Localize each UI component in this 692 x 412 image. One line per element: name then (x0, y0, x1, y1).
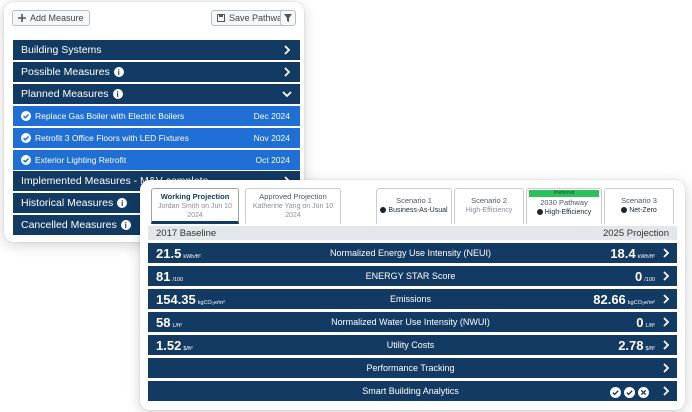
analytics-status (610, 386, 649, 398)
plus-icon (18, 14, 26, 22)
chevron-right-icon (663, 317, 670, 327)
metric-label: Performance Tracking (366, 363, 455, 373)
metric-label: Normalized Water Use Intensity (NWUI) (331, 317, 490, 327)
tab-title: Working Projection (160, 192, 230, 201)
section-building-systems[interactable]: Building Systems (13, 40, 300, 60)
check-circle-icon (21, 133, 31, 143)
baseline-value: 1.52 $/ft² (156, 337, 193, 353)
info-icon[interactable]: i (120, 220, 131, 231)
selected-icon (536, 208, 543, 215)
metric-row-emissions[interactable]: 154.35 kgCO₂e/m² Emissions 82.66 kgCO₂e/m² (148, 289, 677, 309)
tab-subtitle: High-Efficiency (544, 208, 592, 216)
metric-row-neui[interactable]: 21.5 kWh/ft² Normalized Energy Use Intens… (148, 243, 677, 263)
chevron-right-icon (663, 363, 670, 373)
section-planned-measures[interactable]: Planned Measures i (13, 84, 300, 104)
chevron-right-icon (284, 45, 291, 55)
tab-scenario-1[interactable]: Scenario 1 Business-As-Usual (376, 188, 452, 224)
chevron-right-icon (663, 294, 670, 304)
row-smart-building-analytics[interactable]: Smart Building Analytics (148, 381, 677, 401)
tab-author: Katherine Yang on Jun 10 (252, 202, 334, 210)
baseline-value: 81/100 (156, 268, 184, 284)
section-label: Cancelled Measures (21, 219, 117, 231)
chevron-right-icon (663, 271, 670, 281)
tab-approved-projection[interactable]: Approved Projection Katherine Yang on Ju… (245, 188, 341, 224)
measure-name: Replace Gas Boiler with Electric Boilers (35, 111, 185, 121)
preferred-badge: Preferred (529, 190, 599, 197)
row-performance-tracking[interactable]: Performance Tracking (148, 358, 677, 378)
selected-icon (380, 206, 387, 213)
projection-label: 2025 Projection (602, 227, 669, 239)
projection-value: 0/100 (635, 268, 655, 284)
projection-panel: Working Projection Jordan Smith on Jun 1… (140, 180, 685, 410)
measure-name: Retrofit 3 Office Floors with LED Fixtur… (35, 133, 189, 143)
planned-measure-item[interactable]: Replace Gas Boiler with Electric Boilers… (13, 106, 300, 126)
add-measure-label: Add Measure (30, 13, 84, 23)
metric-label: Utility Costs (386, 340, 435, 350)
section-label: Planned Measures (21, 88, 109, 100)
baseline-value: 58 L/ft² (156, 314, 182, 330)
selected-icon (621, 206, 628, 213)
comparison-header: 2017 Baseline 2025 Projection (148, 226, 677, 240)
tab-subtitle: Business-As-Usual (388, 206, 448, 214)
tab-subtitle: High-Efficiency (465, 206, 513, 214)
section-label: Historical Measures (21, 197, 114, 209)
tab-year: 2024 (187, 211, 203, 219)
chevron-right-icon (663, 248, 670, 258)
tab-scenario-2[interactable]: Scenario 2 High-Efficiency (454, 188, 524, 224)
planned-measure-item[interactable]: Retrofit 3 Office Floors with LED Fixtur… (13, 128, 300, 148)
metric-row-utility-costs[interactable]: 1.52 $/ft² Utility Costs 2.78 $/ft² (148, 335, 677, 355)
section-label: Building Systems (21, 44, 102, 56)
chevron-right-icon (663, 340, 670, 350)
section-label: Possible Measures (21, 66, 110, 78)
info-icon[interactable]: i (117, 198, 128, 209)
baseline-value: 154.35 kgCO₂e/m² (156, 291, 225, 307)
tab-author: Jordan Smith on Jun 10 (158, 202, 232, 210)
filter-button[interactable] (280, 10, 296, 26)
check-icon (610, 386, 621, 398)
tab-title: Scenario 3 (621, 196, 657, 205)
check-icon (624, 386, 635, 398)
metric-label: Emissions (389, 294, 431, 304)
measure-date: Nov 2024 (253, 133, 290, 143)
add-measure-button[interactable]: Add Measure (12, 10, 90, 26)
check-circle-icon (21, 111, 31, 121)
chevron-right-icon (284, 67, 291, 77)
baseline-value: 21.5 kWh/ft² (156, 245, 201, 261)
tab-subtitle: Net-Zero (629, 206, 657, 214)
tab-year: 2024 (285, 211, 301, 219)
planned-measure-item[interactable]: Exterior Lighting Retrofit Oct 2024 (13, 150, 300, 170)
close-icon (638, 386, 649, 398)
measure-name: Exterior Lighting Retrofit (35, 155, 127, 165)
tab-title: 2030 Pathway (540, 198, 588, 207)
projection-value: 2.78 $/ft² (618, 337, 655, 353)
metric-row-energy-star[interactable]: 81/100 ENERGY STAR Score 0/100 (148, 266, 677, 286)
check-circle-icon (21, 155, 31, 165)
info-icon[interactable]: i (112, 89, 123, 100)
filter-icon (284, 14, 292, 22)
tab-scenario-3[interactable]: Scenario 3 Net-Zero (604, 188, 674, 224)
tab-2030-pathway[interactable]: Preferred 2030 Pathway High-Efficiency (526, 188, 602, 224)
measure-date: Oct 2024 (255, 155, 291, 165)
info-icon[interactable]: i (113, 67, 124, 78)
section-possible-measures[interactable]: Possible Measures i (13, 62, 300, 82)
projection-value: 0 L/ft² (636, 314, 655, 330)
projection-value: 18.4 kWh/ft² (610, 245, 655, 261)
metric-row-nwui[interactable]: 58 L/ft² Normalized Water Use Intensity (… (148, 312, 677, 332)
baseline-label: 2017 Baseline (156, 227, 217, 239)
save-icon (217, 14, 225, 22)
chevron-right-icon (663, 386, 670, 396)
save-pathway-label: Save Pathway (229, 13, 287, 23)
tab-title: Scenario 2 (471, 196, 507, 205)
tab-working-projection[interactable]: Working Projection Jordan Smith on Jun 1… (151, 188, 239, 224)
tab-title: Scenario 1 (396, 196, 432, 205)
tab-title: Approved Projection (259, 192, 327, 201)
chevron-down-icon (282, 91, 292, 98)
measure-date: Dec 2024 (253, 111, 290, 121)
projection-value: 82.66 kgCO₂e/m² (593, 291, 655, 307)
metric-label: ENERGY STAR Score (365, 271, 456, 281)
metric-label: Smart Building Analytics (362, 386, 459, 396)
metric-label: Normalized Energy Use Intensity (NEUI) (329, 248, 492, 258)
